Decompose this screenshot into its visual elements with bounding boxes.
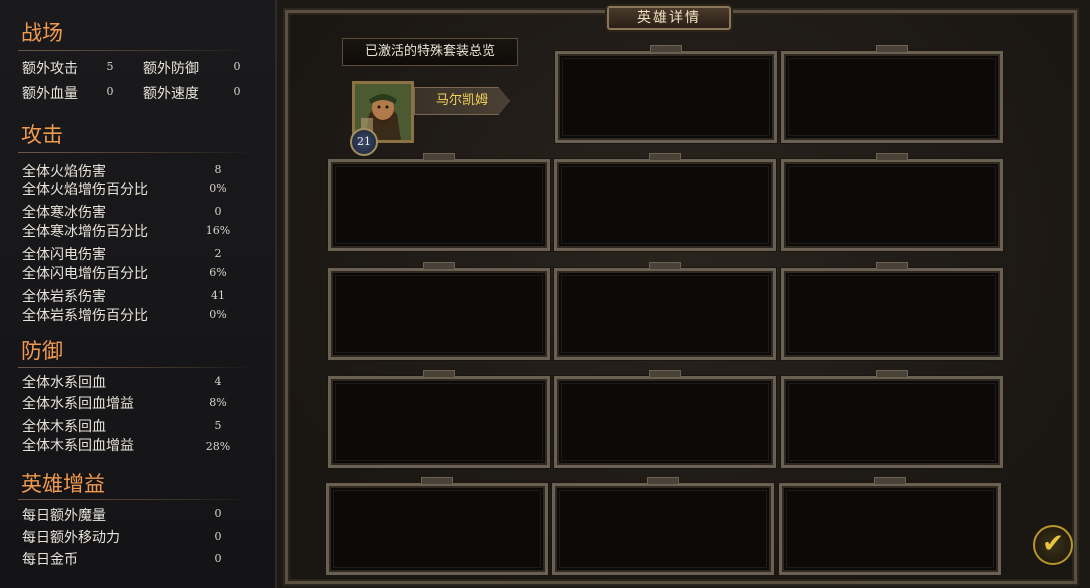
set-slot[interactable] — [328, 376, 550, 468]
checkmark-icon[interactable]: ✔ — [1033, 525, 1073, 565]
section-title-attack: 攻击 — [21, 123, 63, 147]
stat-value: 0 — [214, 552, 222, 565]
stat-label: 全体岩系增伤百分比 — [22, 308, 148, 324]
section-title-defense: 防御 — [21, 339, 63, 363]
set-slot[interactable] — [328, 268, 550, 360]
set-slot[interactable] — [779, 483, 1001, 575]
stat-label: 全体寒冰增伤百分比 — [22, 224, 148, 240]
stats-panel: 战场 额外攻击 5 额外防御 0 额外血量 0 额外速度 0 攻击 全体火焰伤害… — [0, 0, 277, 588]
stat-value: 0 — [233, 85, 241, 98]
stat-value: 0 — [106, 85, 114, 98]
set-slot[interactable] — [554, 159, 776, 251]
stat-label: 额外速度 — [143, 86, 199, 102]
stat-label: 全体寒冰伤害 — [22, 205, 106, 221]
stat-value: 0 — [214, 530, 222, 543]
stat-label: 全体木系回血 — [22, 419, 106, 435]
set-slot[interactable] — [781, 159, 1003, 251]
stat-label: 全体火焰增伤百分比 — [22, 182, 148, 198]
stat-value: 8% — [209, 396, 227, 409]
hero-level-badge: 21 — [350, 128, 378, 156]
set-slot[interactable] — [781, 268, 1003, 360]
stat-label: 全体木系回血增益 — [22, 438, 134, 454]
stat-label: 每日额外移动力 — [22, 530, 120, 546]
stat-label: 全体闪电伤害 — [22, 247, 106, 263]
set-slot[interactable] — [554, 268, 776, 360]
set-slot[interactable] — [328, 159, 550, 251]
section-divider — [18, 50, 254, 51]
stat-label: 全体闪电增伤百分比 — [22, 266, 148, 282]
stat-label: 每日额外魔量 — [22, 508, 106, 524]
stat-value: 5 — [214, 419, 222, 432]
stat-value: 2 — [214, 247, 222, 260]
section-divider — [18, 152, 254, 153]
stat-value: 41 — [211, 289, 225, 302]
stat-value: 0% — [209, 182, 227, 195]
stat-label: 额外防御 — [143, 61, 199, 77]
stat-value: 16% — [205, 224, 231, 237]
stat-value: 0 — [233, 60, 241, 73]
stat-value: 5 — [106, 60, 114, 73]
set-slot[interactable] — [554, 376, 776, 468]
active-sets-overview-label: 已激活的特殊套装总览 — [342, 38, 518, 66]
stat-label: 全体水系回血增益 — [22, 396, 134, 412]
section-divider — [18, 499, 254, 500]
stat-value: 0 — [214, 205, 222, 218]
main-frame: 已激活的特殊套装总览 马尔凯姆 21 ✔ — [285, 10, 1077, 584]
window-title: 英雄详情 — [607, 6, 731, 30]
stat-value: 0% — [209, 308, 227, 321]
stat-label: 额外攻击 — [22, 61, 78, 77]
stat-label: 每日金币 — [22, 552, 78, 568]
stat-value: 6% — [209, 266, 227, 279]
section-title-battlefield: 战场 — [21, 21, 63, 45]
stat-label: 全体水系回血 — [22, 375, 106, 391]
section-title-hero-bonus: 英雄增益 — [21, 472, 105, 496]
stat-label: 全体火焰伤害 — [22, 164, 106, 180]
stat-label: 全体岩系伤害 — [22, 289, 106, 305]
stat-value: 8 — [214, 163, 222, 176]
set-slot[interactable] — [555, 51, 777, 143]
section-divider — [18, 367, 254, 368]
set-slot[interactable] — [552, 483, 774, 575]
hero-name-plate[interactable]: 马尔凯姆 — [414, 87, 510, 115]
stat-value: 4 — [214, 375, 222, 388]
set-slot[interactable] — [781, 376, 1003, 468]
set-slot[interactable] — [781, 51, 1003, 143]
stat-label: 额外血量 — [22, 86, 78, 102]
stat-value: 28% — [205, 440, 231, 453]
stat-value: 0 — [214, 507, 222, 520]
set-slot[interactable] — [326, 483, 548, 575]
hero-details-window: 已激活的特殊套装总览 马尔凯姆 21 ✔ 英雄详情 — [277, 0, 1090, 588]
